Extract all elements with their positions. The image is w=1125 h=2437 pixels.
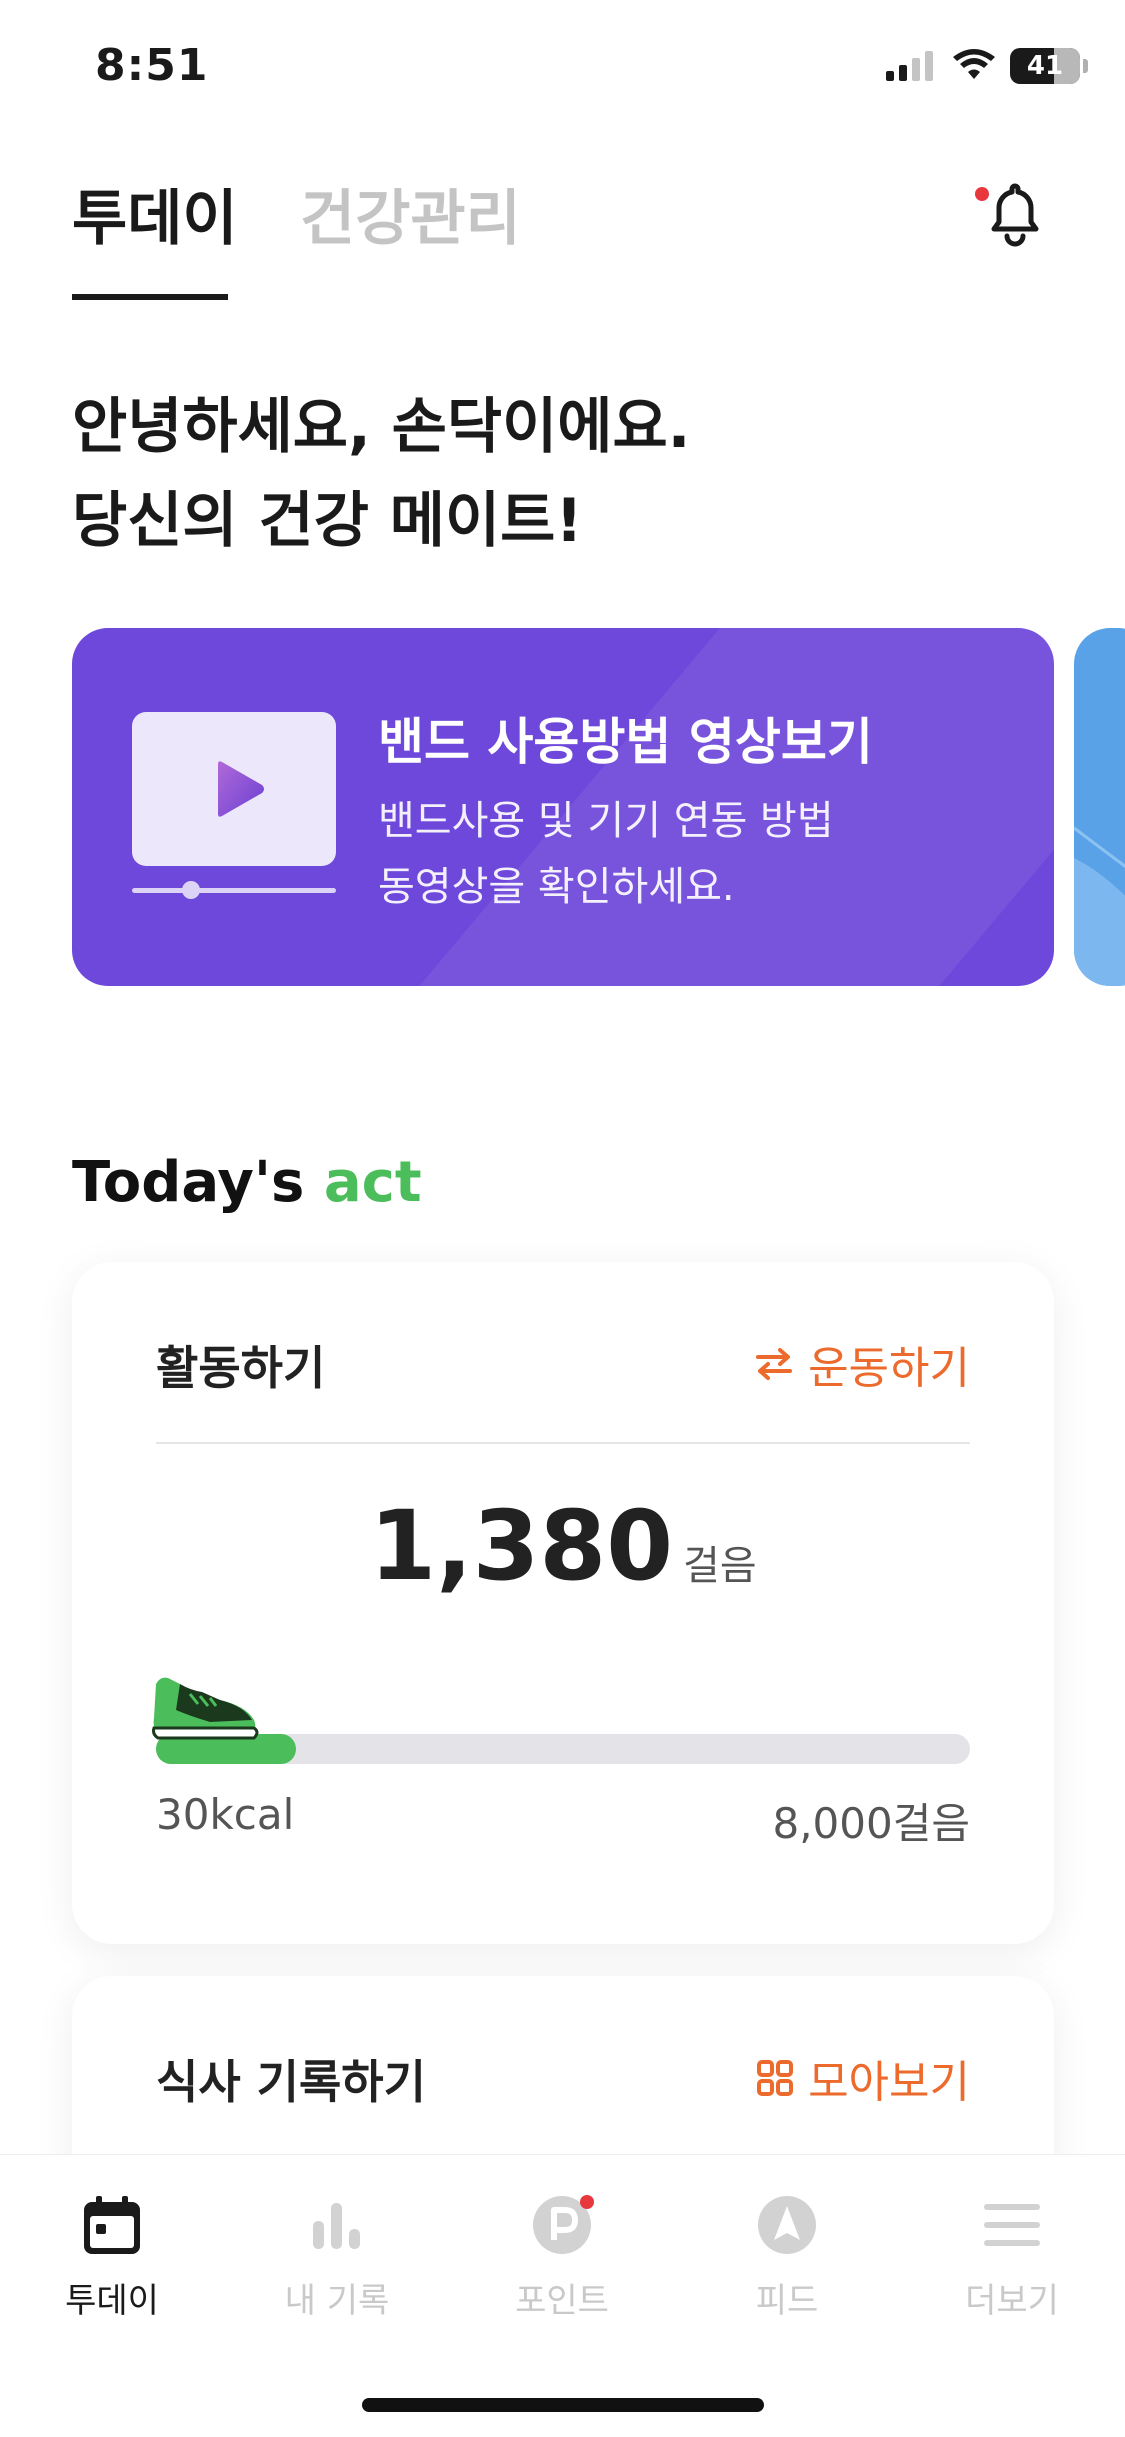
greeting-line-2: 당신의 건강 메이트! (72, 486, 583, 556)
greeting: 안녕하세요, 손닥이에요. 당신의 건강 메이트! (72, 380, 690, 568)
nav-more-label: 더보기 (965, 2281, 1059, 2321)
nav-my-records-label: 내 기록 (284, 2281, 390, 2321)
nav-today[interactable]: 투데이 (12, 2185, 212, 2322)
activity-card-title: 활동하기 (156, 1341, 326, 1395)
battery-level: 41 (1026, 51, 1064, 81)
bell-icon[interactable] (985, 180, 1045, 250)
nav-my-records[interactable]: 내 기록 (237, 2185, 437, 2322)
section-title-accent: act (323, 1150, 422, 1215)
banner-subtitle-line-1: 밴드사용 및 기기 연동 방법 (378, 798, 834, 844)
video-guide-banner[interactable]: 밴드 사용방법 영상보기 밴드사용 및 기기 연동 방법 동영상을 확인하세요. (72, 628, 1054, 986)
status-icons: 41 (886, 48, 1088, 84)
steps-count: 1,380 (369, 1490, 674, 1602)
tab-today[interactable]: 투데이 (72, 170, 238, 257)
nav-points-label: 포인트 (515, 2281, 609, 2321)
points-badge-dot (580, 2195, 594, 2209)
tab-health-management[interactable]: 건강관리 (300, 170, 521, 257)
bar-chart-icon (313, 2203, 360, 2249)
menu-icon (984, 2204, 1040, 2246)
steps-goal: 8,000걸음 (772, 1799, 970, 1848)
status-time: 8:51 (95, 40, 209, 91)
video-thumbnail (132, 712, 336, 866)
view-all-button[interactable]: 모아보기 (756, 2046, 970, 2110)
activity-card[interactable]: 활동하기 운동하기 1,380 걸음 30kcal 8,000걸음 (72, 1262, 1054, 1944)
video-progress-knob (182, 881, 200, 899)
bottom-navigation: 투데이 내 기록 포인트 피드 더보기 (0, 2154, 1125, 2437)
steps-display: 1,380 걸음 (72, 1490, 1054, 1602)
nav-more[interactable]: 더보기 (912, 2185, 1112, 2322)
banner-subtitle-line-2: 동영상을 확인하세요. (378, 864, 735, 910)
play-icon (218, 761, 264, 817)
section-title-prefix: Today's (72, 1150, 305, 1215)
steps-progress-track (156, 1734, 970, 1764)
nav-today-label: 투데이 (65, 2281, 159, 2321)
grid-icon (757, 2060, 794, 2096)
card-divider (156, 1442, 970, 1444)
compass-icon (758, 2196, 816, 2254)
calendar-icon (84, 2196, 140, 2254)
banner-subtitle: 밴드사용 및 기기 연동 방법 동영상을 확인하세요. (378, 788, 938, 920)
wifi-icon (953, 49, 995, 79)
banner-title: 밴드 사용방법 영상보기 (378, 713, 873, 771)
section-title: Today's act (72, 1150, 422, 1215)
view-all-label: 모아보기 (808, 2057, 970, 2108)
nav-points[interactable]: 포인트 (462, 2185, 662, 2322)
exercise-button-label: 운동하기 (808, 1343, 970, 1394)
meal-card-title: 식사 기록하기 (156, 2055, 426, 2109)
steps-unit: 걸음 (683, 1543, 757, 1589)
exercise-button[interactable]: 운동하기 (754, 1332, 970, 1396)
nav-feed[interactable]: 피드 (687, 2185, 887, 2322)
battery-icon: 41 (1010, 48, 1088, 84)
video-progress-bar (132, 888, 336, 893)
nav-feed-label: 피드 (755, 2281, 819, 2321)
swap-icon (756, 1348, 793, 1380)
signal-icon (886, 51, 933, 81)
next-banner-peek[interactable] (1074, 628, 1125, 986)
greeting-line-1: 안녕하세요, 손닥이에요. (72, 392, 691, 462)
home-indicator (362, 2398, 764, 2412)
active-tab-indicator (72, 294, 228, 300)
banner-wave-decoration (1074, 826, 1125, 986)
calories-value: 30kcal (156, 1790, 295, 1839)
sneaker-icon (152, 1677, 259, 1740)
